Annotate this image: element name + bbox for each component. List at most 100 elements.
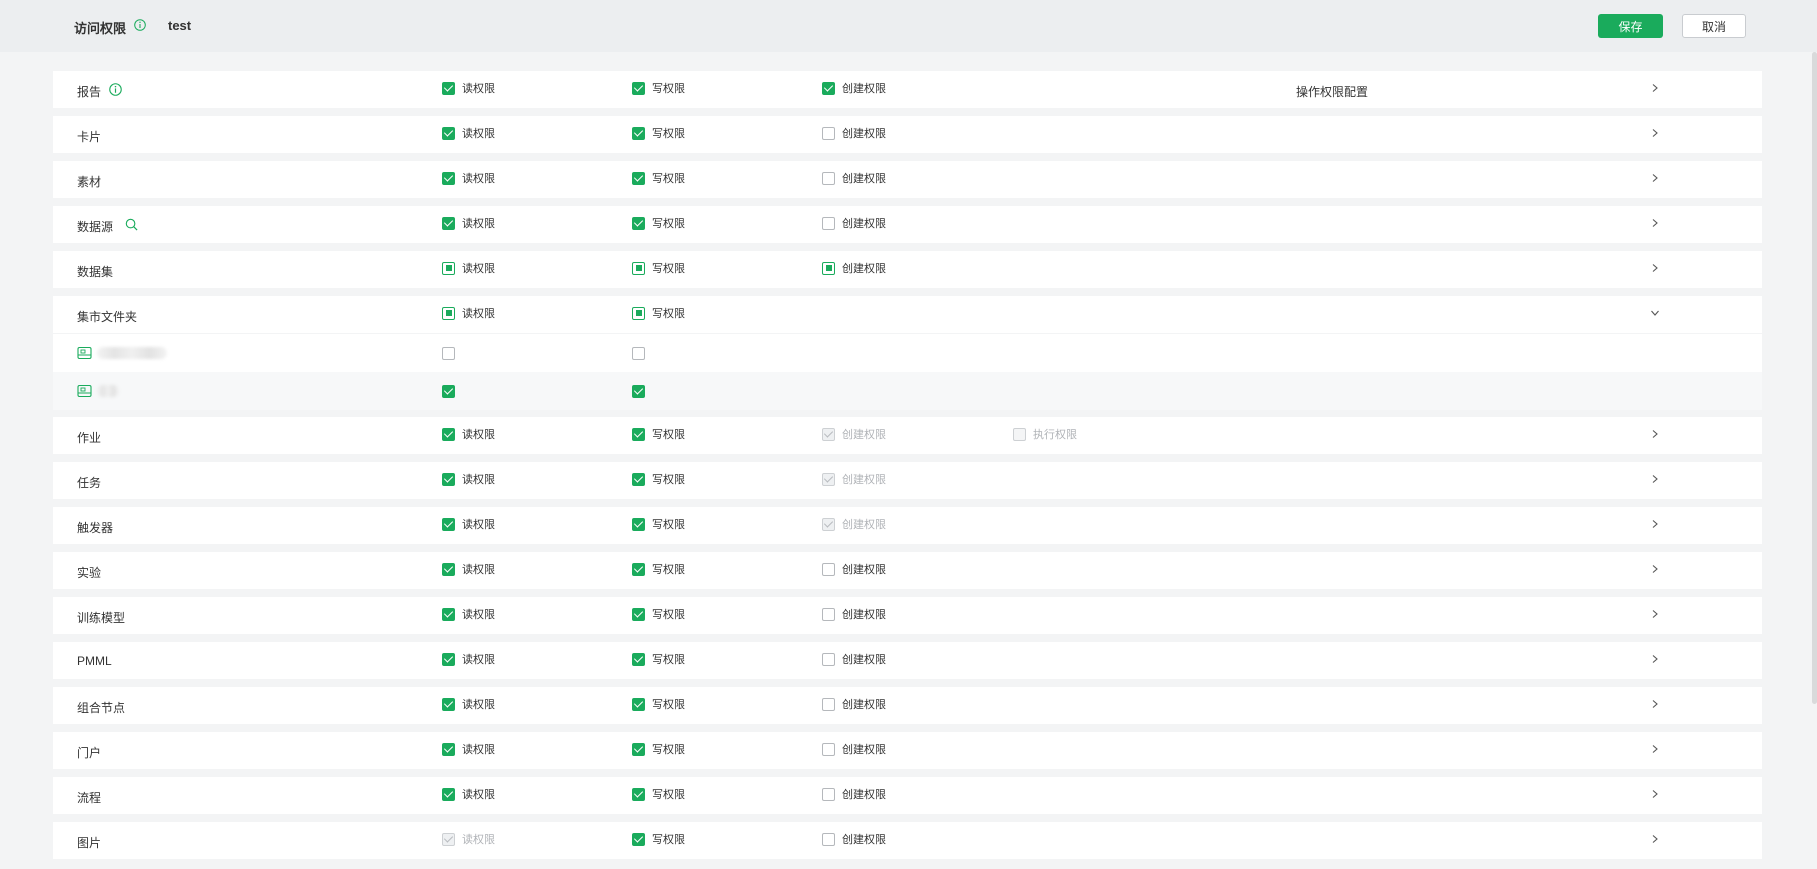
create-permission[interactable]: 创建权限 [822,80,886,96]
write-checkbox[interactable] [632,126,645,140]
write-permission[interactable]: 写权限 [632,125,685,141]
write-checkbox[interactable] [632,742,645,756]
create-permission[interactable]: 创建权限 [822,651,886,667]
search-icon[interactable] [125,218,138,231]
create-checkbox[interactable] [822,607,835,621]
chevron-right-icon[interactable] [1650,263,1660,273]
write-checkbox[interactable] [632,81,645,95]
info-icon[interactable] [134,19,146,31]
read-checkbox[interactable] [442,261,455,275]
create-checkbox[interactable] [822,81,835,95]
write-checkbox[interactable] [632,517,645,531]
chevron-down-icon[interactable] [1650,308,1660,318]
chevron-right-icon[interactable] [1650,744,1660,754]
create-permission[interactable]: 创建权限 [822,561,886,577]
create-permission[interactable]: 创建权限 [822,741,886,757]
write-permission[interactable] [632,345,645,361]
create-permission[interactable]: 创建权限 [822,786,886,802]
write-checkbox[interactable] [632,652,645,666]
chevron-right-icon[interactable] [1650,519,1660,529]
chevron-right-icon[interactable] [1650,609,1660,619]
save-button[interactable]: 保存 [1598,14,1663,38]
write-checkbox[interactable] [632,306,645,320]
write-permission[interactable]: 写权限 [632,786,685,802]
chevron-right-icon[interactable] [1650,699,1660,709]
write-permission[interactable]: 写权限 [632,696,685,712]
write-checkbox[interactable] [632,171,645,185]
write-permission[interactable]: 写权限 [632,561,685,577]
create-permission[interactable]: 创建权限 [822,516,886,532]
create-permission[interactable]: 创建权限 [822,696,886,712]
write-checkbox[interactable] [632,472,645,486]
write-checkbox[interactable] [632,384,645,398]
create-permission[interactable]: 创建权限 [822,426,886,442]
write-checkbox[interactable] [632,832,645,846]
chevron-right-icon[interactable] [1650,834,1660,844]
read-checkbox[interactable] [442,384,455,398]
read-checkbox[interactable] [442,81,455,95]
create-checkbox[interactable] [822,261,835,275]
read-checkbox[interactable] [442,427,455,441]
write-permission[interactable]: 写权限 [632,471,685,487]
write-checkbox[interactable] [632,787,645,801]
read-checkbox[interactable] [442,697,455,711]
write-checkbox[interactable] [632,216,645,230]
create-permission[interactable]: 创建权限 [822,471,886,487]
create-checkbox[interactable] [822,216,835,230]
read-checkbox[interactable] [442,652,455,666]
vertical-scrollbar[interactable] [1812,52,1817,704]
read-checkbox[interactable] [442,171,455,185]
read-permission[interactable] [442,383,455,399]
info-icon[interactable] [109,83,122,96]
write-permission[interactable]: 写权限 [632,260,685,276]
write-checkbox[interactable] [632,562,645,576]
read-permission[interactable]: 读权限 [442,651,495,667]
create-checkbox[interactable] [822,697,835,711]
read-permission[interactable]: 读权限 [442,561,495,577]
read-permission[interactable] [442,345,455,361]
read-permission[interactable]: 读权限 [442,215,495,231]
write-permission[interactable]: 写权限 [632,426,685,442]
read-checkbox[interactable] [442,517,455,531]
read-permission[interactable]: 读权限 [442,426,495,442]
read-permission[interactable]: 读权限 [442,606,495,622]
write-permission[interactable]: 写权限 [632,831,685,847]
create-checkbox[interactable] [822,742,835,756]
create-permission[interactable]: 创建权限 [822,125,886,141]
create-checkbox[interactable] [822,832,835,846]
read-checkbox[interactable] [442,216,455,230]
execute-permission[interactable]: 执行权限 [1013,426,1077,442]
create-permission[interactable]: 创建权限 [822,215,886,231]
create-permission[interactable]: 创建权限 [822,170,886,186]
chevron-right-icon[interactable] [1650,789,1660,799]
write-checkbox[interactable] [632,261,645,275]
create-checkbox[interactable] [822,126,835,140]
write-permission[interactable] [632,383,645,399]
read-checkbox[interactable] [442,742,455,756]
read-checkbox[interactable] [442,562,455,576]
read-checkbox[interactable] [442,787,455,801]
write-checkbox[interactable] [632,607,645,621]
read-checkbox[interactable] [442,607,455,621]
create-checkbox[interactable] [822,787,835,801]
write-checkbox[interactable] [632,427,645,441]
create-checkbox[interactable] [822,652,835,666]
chevron-right-icon[interactable] [1650,654,1660,664]
read-permission[interactable]: 读权限 [442,696,495,712]
write-permission[interactable]: 写权限 [632,516,685,532]
chevron-right-icon[interactable] [1650,564,1660,574]
read-permission[interactable]: 读权限 [442,260,495,276]
write-checkbox[interactable] [632,697,645,711]
cancel-button[interactable]: 取消 [1682,14,1746,38]
write-permission[interactable]: 写权限 [632,170,685,186]
read-permission[interactable]: 读权限 [442,741,495,757]
read-permission[interactable]: 读权限 [442,80,495,96]
write-checkbox[interactable] [632,346,645,360]
create-permission[interactable]: 创建权限 [822,260,886,276]
create-permission[interactable]: 创建权限 [822,606,886,622]
write-permission[interactable]: 写权限 [632,80,685,96]
chevron-right-icon[interactable] [1650,474,1660,484]
read-permission[interactable]: 读权限 [442,786,495,802]
read-permission[interactable]: 读权限 [442,305,495,321]
read-permission[interactable]: 读权限 [442,471,495,487]
